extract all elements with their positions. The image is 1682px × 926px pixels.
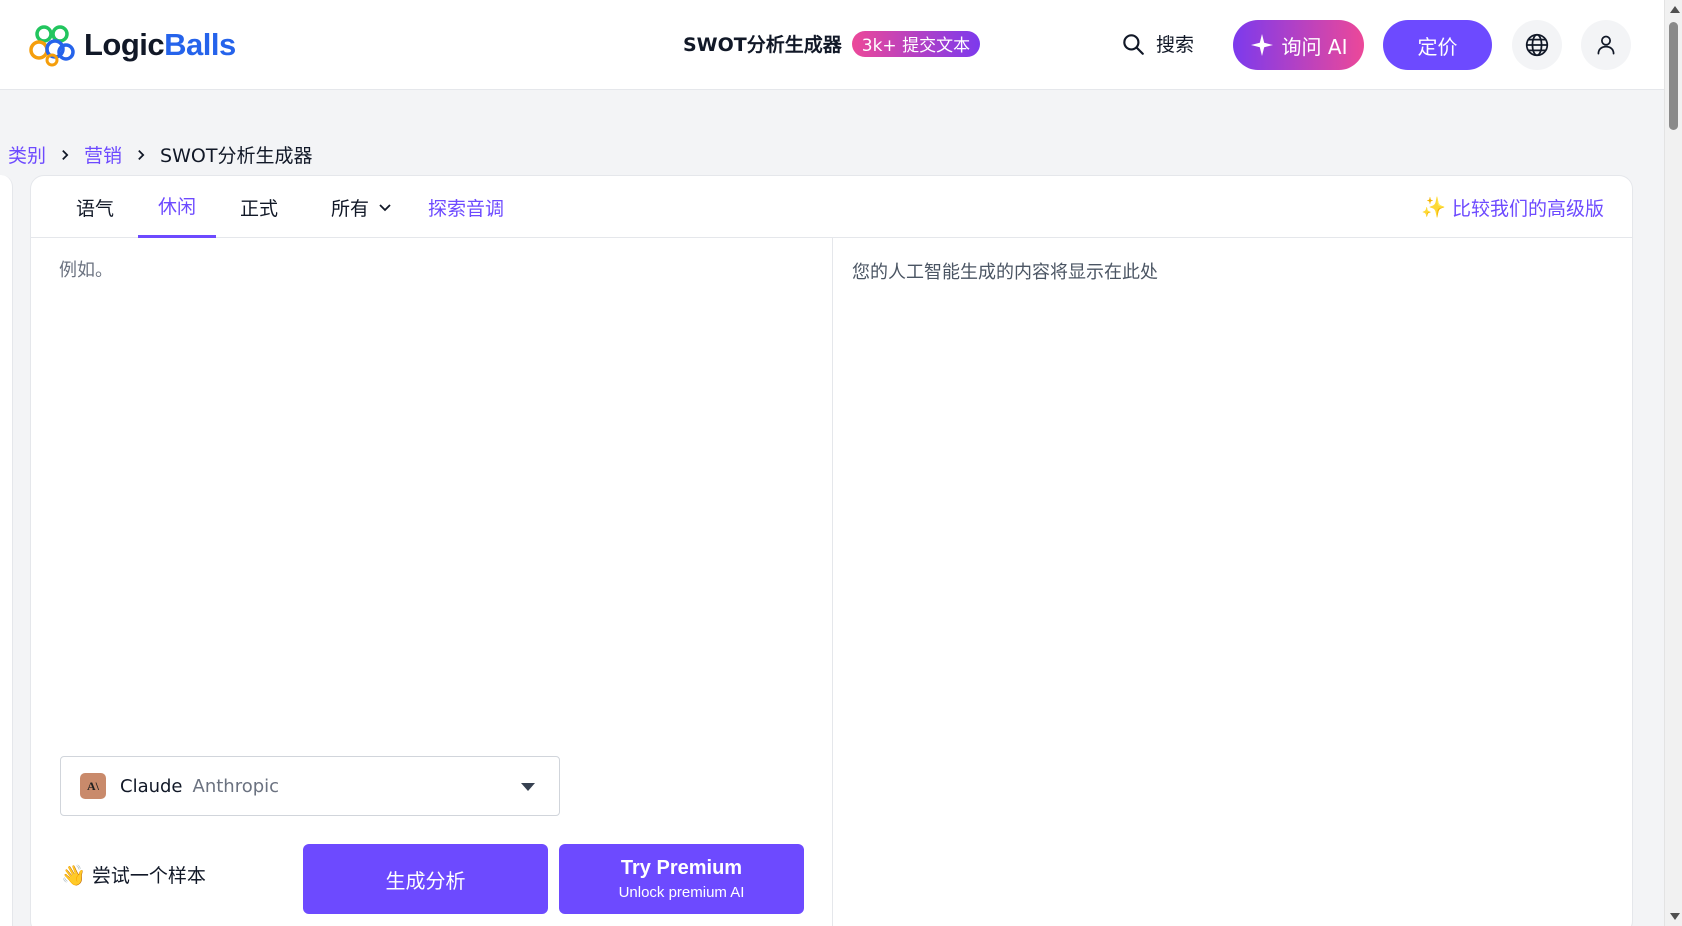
language-button[interactable]: [1512, 20, 1562, 70]
panel-divider: [832, 238, 833, 926]
ask-ai-button[interactable]: 询问 AI: [1233, 20, 1364, 70]
search-icon: [1123, 33, 1144, 55]
tone-label: 语气: [75, 197, 114, 220]
sparkle-icon: [1250, 34, 1273, 56]
logo-text: LogicBalls: [84, 27, 236, 63]
chevron-right-icon: [62, 149, 69, 160]
tab-all-dropdown[interactable]: 所有: [317, 176, 407, 238]
model-name: Claude: [120, 775, 183, 797]
breadcrumb-categories[interactable]: 类别: [8, 141, 46, 168]
logo-text-logic: Logic: [84, 27, 165, 62]
output-placeholder: 您的人工智能生成的内容将显示在此处: [852, 262, 1158, 283]
tool-title: SWOT分析生成器: [683, 34, 842, 56]
logo-icon: [29, 25, 75, 67]
submissions-badge: 3k+ 提交文本: [851, 30, 981, 57]
tab-all-label: 所有: [330, 197, 369, 220]
collapsed-side-panel: [0, 175, 13, 926]
caret-down-icon: [521, 783, 535, 791]
breadcrumb-marketing[interactable]: 营销: [84, 141, 122, 168]
compare-premium-label: 比较我们的高级版: [1451, 197, 1604, 220]
top-navbar: LogicBalls SWOT分析生成器 3k+ 提交文本 搜索 询问 AI 定…: [0, 0, 1664, 90]
try-premium-subtitle: Unlock premium AI: [618, 884, 745, 901]
try-premium-button[interactable]: Try Premium Unlock premium AI: [559, 844, 804, 914]
page-scrollbar[interactable]: [1664, 0, 1682, 926]
try-premium-title: Try Premium: [620, 857, 743, 879]
waving-hand-icon: 👋: [61, 862, 86, 887]
user-icon: [1597, 35, 1615, 55]
explore-tones-link[interactable]: 探索音调: [421, 176, 511, 238]
scroll-up-arrow[interactable]: [1670, 6, 1680, 13]
scroll-down-arrow[interactable]: [1670, 913, 1680, 920]
generate-button[interactable]: 生成分析: [303, 844, 548, 914]
sparkles-icon: ✨: [1421, 195, 1446, 219]
globe-icon: [1525, 33, 1549, 57]
account-button[interactable]: [1581, 20, 1631, 70]
logo[interactable]: LogicBalls: [28, 22, 236, 68]
model-select[interactable]: A\ Claude Anthropic: [60, 756, 560, 816]
search-label: 搜索: [1156, 34, 1195, 56]
scroll-thumb[interactable]: [1669, 22, 1678, 130]
logo-text-balls: Balls: [164, 27, 236, 62]
try-sample-button[interactable]: 👋 尝试一个样本: [61, 861, 206, 888]
prompt-input[interactable]: [59, 256, 801, 676]
model-vendor: Anthropic: [192, 775, 280, 797]
search-button[interactable]: 搜索: [1120, 30, 1194, 57]
chevron-right-icon: [138, 149, 145, 160]
tab-casual[interactable]: 休闲: [138, 176, 216, 238]
tab-formal[interactable]: 正式: [227, 176, 291, 238]
compare-premium-link[interactable]: ✨ 比较我们的高级版: [1421, 176, 1604, 238]
tool-card: 语气 休闲 正式 所有 探索音调 ✨ 比较我们的高级版 A\ Claude An…: [30, 175, 1633, 926]
tone-tabs: 语气 休闲 正式 所有 探索音调 ✨ 比较我们的高级版: [31, 176, 1632, 238]
ask-ai-label: 询问 AI: [1281, 34, 1348, 59]
breadcrumb: 类别 营销 SWOT分析生成器: [8, 141, 312, 168]
pricing-button[interactable]: 定价: [1383, 20, 1492, 70]
breadcrumb-current: SWOT分析生成器: [160, 145, 313, 167]
chevron-down-icon: [379, 204, 391, 212]
tool-title-group: SWOT分析生成器 3k+ 提交文本: [683, 30, 981, 57]
anthropic-icon: A\: [80, 773, 106, 799]
try-sample-label: 尝试一个样本: [91, 865, 206, 887]
